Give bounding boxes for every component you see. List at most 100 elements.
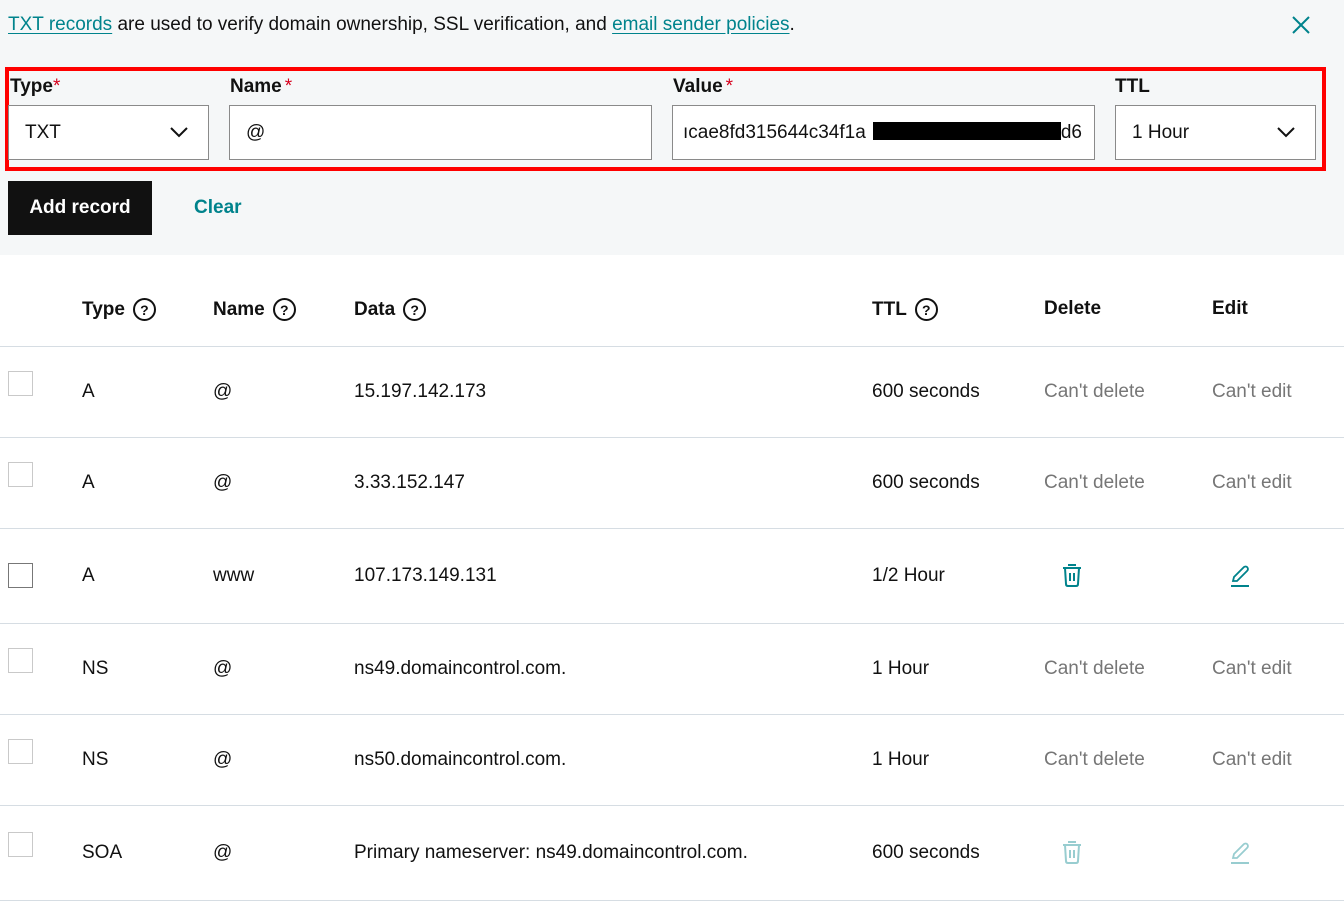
help-icon[interactable]: ? — [132, 298, 156, 321]
trash-icon — [1059, 564, 1085, 592]
chevron-down-icon — [170, 127, 188, 138]
row-checkbox[interactable] — [8, 832, 33, 857]
cell-edit-status: Can't edit — [1212, 658, 1292, 679]
table-row: A @15.197.142.173 600 seconds Can't delete C… — [0, 347, 1344, 438]
cell-name: www — [213, 565, 255, 586]
email-sender-policies-link[interactable]: email sender policies — [612, 14, 789, 35]
pencil-icon — [1227, 842, 1253, 869]
cell-data: 107.173.149.131 — [354, 565, 497, 586]
cell-name: @ — [213, 472, 233, 493]
cell-type: NS — [82, 658, 109, 679]
value-input[interactable]: ıcae8fd315644c34f1a d6 — [672, 105, 1095, 160]
type-select-value: TXT — [25, 121, 61, 143]
value-input-suffix: d6 — [1060, 122, 1082, 143]
close-icon — [1292, 16, 1310, 34]
help-icon[interactable]: ? — [272, 298, 296, 321]
header-data-label: Data — [354, 298, 396, 320]
cell-type: A — [82, 472, 95, 493]
name-label: Name * — [230, 76, 292, 98]
cell-type: A — [82, 565, 95, 586]
header-edit-label: Edit — [1212, 298, 1248, 319]
row-checkbox[interactable] — [8, 371, 33, 396]
txt-records-link[interactable]: TXT records — [8, 14, 112, 35]
cell-name: @ — [213, 381, 233, 402]
cell-delete-status: Can't delete — [1044, 658, 1145, 679]
value-label: Value * — [673, 76, 733, 98]
cell-type: NS — [82, 749, 109, 770]
cell-data: ns50.domaincontrol.com. — [354, 749, 567, 770]
header-name-label: Name — [213, 298, 265, 320]
edit-button — [1227, 839, 1253, 865]
cell-ttl: 1 Hour — [872, 749, 930, 770]
edit-button[interactable] — [1227, 562, 1253, 588]
header-delete: Delete — [1044, 298, 1101, 320]
type-label: Type* — [10, 76, 60, 98]
required-mark: * — [725, 76, 734, 97]
cell-name: @ — [213, 658, 233, 679]
row-checkbox[interactable] — [8, 739, 33, 764]
cell-type: SOA — [82, 842, 123, 863]
cell-ttl: 600 seconds — [872, 381, 980, 402]
info-middle-text: are used to verify domain ownership, SSL… — [112, 14, 613, 35]
table-row: Awww 107.173.149.131 1/2 Hour — [0, 529, 1344, 624]
help-icon[interactable]: ? — [403, 298, 427, 321]
header-ttl: TTL ? — [872, 298, 938, 321]
table-row: NS @ ns50.domaincontrol.com. 1 Hour Can't de… — [0, 715, 1344, 806]
cell-data: 3.33.152.147 — [354, 472, 465, 493]
cell-data: ns49.domaincontrol.com. — [354, 658, 567, 679]
info-end-text: . — [789, 14, 795, 35]
header-data: Data ? — [354, 298, 427, 321]
cell-ttl: 1/2 Hour — [872, 565, 945, 586]
cell-edit-status: Can't edit — [1212, 381, 1292, 402]
header-ttl-label: TTL — [872, 298, 907, 320]
type-select[interactable]: TXT — [8, 105, 209, 160]
required-mark: * — [52, 76, 61, 97]
ttl-label-text: TTL — [1115, 76, 1150, 97]
header-name: Name ? — [213, 298, 296, 321]
table-row: A @3.33.152.147 600 seconds Can't delete Can… — [0, 438, 1344, 529]
close-button[interactable] — [1288, 12, 1314, 38]
pencil-icon — [1227, 565, 1253, 592]
cell-edit-status: Can't edit — [1212, 472, 1292, 493]
table-row: NS @ ns49.domaincontrol.com. 1 Hour Can't de… — [0, 624, 1344, 715]
ttl-label: TTL — [1115, 76, 1150, 98]
value-input-prefix: ıcae8fd315644c34f1a — [683, 122, 866, 143]
add-record-button[interactable]: Add record — [8, 181, 152, 235]
ttl-select-value: 1 Hour — [1132, 121, 1190, 143]
cell-ttl: 1 Hour — [872, 658, 930, 679]
cell-ttl: 600 seconds — [872, 842, 980, 863]
cell-edit-status: Can't edit — [1212, 749, 1292, 770]
header-delete-label: Delete — [1044, 298, 1102, 319]
info-text: TXT records are used to verify domain ow… — [8, 14, 795, 36]
cell-delete-status: Can't delete — [1044, 472, 1145, 493]
row-divider — [0, 900, 1344, 901]
help-icon[interactable]: ? — [914, 298, 938, 321]
value-label-text: Value — [673, 76, 723, 97]
cell-type: A — [82, 381, 95, 402]
cell-data: 15.197.142.173 — [354, 381, 487, 402]
delete-button — [1059, 839, 1085, 865]
chevron-down-icon — [1277, 127, 1295, 138]
clear-button[interactable]: Clear — [194, 197, 242, 219]
header-type-label: Type — [82, 298, 125, 320]
header-type: Type ? — [82, 298, 156, 321]
row-checkbox[interactable] — [8, 648, 33, 673]
cell-ttl: 600 seconds — [872, 472, 980, 493]
cell-delete-status: Can't delete — [1044, 749, 1145, 770]
cell-name: @ — [213, 749, 233, 770]
table-row: SOA @ Primary nameserver: ns49.domaincontr… — [0, 806, 1344, 901]
ttl-select[interactable]: 1 Hour — [1115, 105, 1316, 160]
cell-data: Primary nameserver: ns49.domaincontrol.c… — [354, 842, 748, 863]
header-edit: Edit — [1212, 298, 1248, 320]
cell-delete-status: Can't delete — [1044, 381, 1145, 402]
name-input[interactable]: @ — [229, 105, 652, 160]
cell-name: @ — [213, 842, 233, 863]
name-label-text: Name — [230, 76, 282, 97]
redaction-bar — [873, 122, 1061, 140]
name-input-value: @ — [246, 121, 266, 143]
type-label-text: Type — [10, 76, 53, 97]
row-checkbox[interactable] — [8, 462, 33, 487]
delete-button[interactable] — [1059, 562, 1085, 588]
trash-icon — [1059, 841, 1085, 869]
row-checkbox[interactable] — [8, 563, 33, 588]
